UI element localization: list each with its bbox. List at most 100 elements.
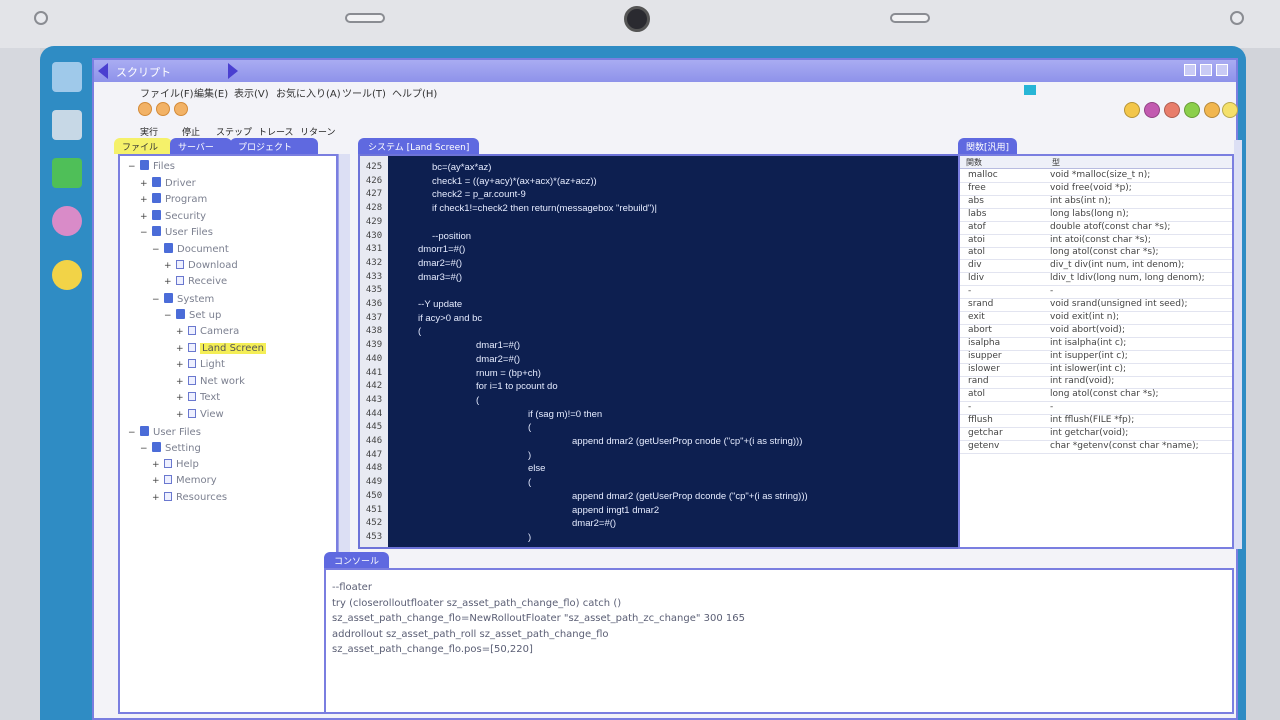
code-editor[interactable]: 425 bc=(ay*ax*az) 426 check1 = ((ay+acy)*(a…	[358, 154, 982, 549]
expand-icon[interactable]: +	[176, 344, 184, 354]
refresh-icon[interactable]	[1204, 102, 1220, 118]
tree-node[interactable]: + Camera	[176, 326, 239, 337]
menu-view[interactable]: 表示(V)	[234, 85, 269, 100]
desktop-folder-icon[interactable]	[52, 158, 82, 188]
function-row[interactable]: islower int islower(int c);	[960, 363, 1232, 377]
menu-file[interactable]: ファイル(F)	[140, 85, 194, 100]
expand-icon[interactable]: +	[176, 410, 184, 420]
functions-scrollbar[interactable]	[1234, 140, 1242, 549]
tree-node[interactable]: + Receive	[164, 276, 227, 287]
desktop-network-icon[interactable]	[52, 110, 82, 140]
menu-tools[interactable]: ツール(T)	[342, 85, 386, 100]
run-button[interactable]: 実行	[140, 125, 158, 138]
collapse-icon[interactable]: −	[164, 311, 172, 321]
star-icon[interactable]	[1222, 102, 1238, 118]
tree-node[interactable]: + Driver	[140, 176, 196, 189]
expand-icon[interactable]: +	[140, 179, 148, 189]
heart-icon[interactable]	[156, 102, 170, 116]
function-row[interactable]: isalpha int isalpha(int c);	[960, 337, 1232, 351]
book-icon[interactable]	[1024, 85, 1036, 95]
function-row[interactable]: exit void exit(int n);	[960, 311, 1232, 325]
function-row[interactable]: fflush int fflush(FILE *fp);	[960, 414, 1232, 429]
expand-icon[interactable]: +	[152, 460, 160, 470]
menu-edit[interactable]: 編集(E)	[194, 85, 228, 100]
tree-node[interactable]: + Memory	[152, 475, 217, 486]
editor-tab[interactable]: システム [Land Screen]	[358, 138, 480, 154]
function-row[interactable]: getchar int getchar(void);	[960, 427, 1232, 441]
back-arrow-icon[interactable]	[98, 63, 108, 79]
help-icon[interactable]	[1184, 102, 1200, 118]
tree-node[interactable]: − Setting	[140, 442, 201, 454]
tree-node[interactable]: + Land Screen	[176, 342, 266, 354]
trace-button[interactable]: トレース	[258, 125, 294, 138]
expand-icon[interactable]: +	[176, 377, 184, 387]
desktop-smiley-icon[interactable]	[52, 260, 82, 290]
function-row[interactable]: div div_t div(int num, int denom);	[960, 259, 1232, 274]
face-icon[interactable]	[1164, 102, 1180, 118]
function-row[interactable]: rand int rand(void);	[960, 375, 1232, 390]
collapse-icon[interactable]: −	[152, 245, 160, 255]
tree-node[interactable]: − User Files	[140, 226, 213, 238]
function-row[interactable]: abort void abort(void);	[960, 324, 1232, 338]
function-row[interactable]: --	[960, 401, 1232, 416]
function-row[interactable]: --	[960, 285, 1232, 300]
expand-icon[interactable]: +	[140, 195, 148, 205]
expand-icon[interactable]: +	[176, 360, 184, 370]
collapse-icon[interactable]: −	[128, 428, 136, 438]
tree-node[interactable]: − Document	[152, 243, 229, 255]
function-row[interactable]: ldiv ldiv_t ldiv(long num, long denom);	[960, 272, 1232, 287]
function-row[interactable]: malloc void *malloc(size_t n);	[960, 169, 1232, 183]
tree-node[interactable]: + Help	[152, 458, 199, 470]
function-row[interactable]: labs long labs(long n);	[960, 208, 1232, 222]
function-row[interactable]: atof double atof(const char *s);	[960, 221, 1232, 235]
tree-node[interactable]: + Net work	[176, 375, 245, 387]
home-icon[interactable]	[1124, 102, 1140, 118]
function-row[interactable]: abs int abs(int n);	[960, 195, 1232, 209]
expand-icon[interactable]: +	[176, 393, 184, 403]
desktop-computer-icon[interactable]	[52, 62, 82, 92]
expand-icon[interactable]: +	[164, 277, 172, 287]
tree-node[interactable]: + Program	[140, 193, 207, 205]
stop-button[interactable]: 停止	[182, 125, 200, 138]
close-icon[interactable]	[1216, 64, 1228, 76]
expand-icon[interactable]: +	[164, 261, 172, 271]
expand-icon[interactable]: +	[140, 212, 148, 222]
heart-icon[interactable]	[138, 102, 152, 116]
return-button[interactable]: リターン	[300, 125, 336, 138]
tab-files[interactable]: ファイル	[114, 138, 172, 154]
console-panel[interactable]: --floater try (closerolloutfloater sz_ass…	[324, 568, 1234, 714]
function-row[interactable]: getenv char *getenv(const char *name);	[960, 440, 1232, 454]
forward-arrow-icon[interactable]	[228, 63, 238, 79]
tree-node[interactable]: − Set up	[164, 309, 221, 321]
collapse-icon[interactable]: −	[128, 162, 136, 172]
expand-icon[interactable]: +	[176, 327, 184, 337]
tree-node[interactable]: + Text	[176, 392, 220, 403]
expand-icon[interactable]: +	[152, 476, 160, 486]
tab-project[interactable]: プロジェクト	[230, 138, 318, 154]
function-row[interactable]: atoi int atoi(const char *s);	[960, 234, 1232, 248]
desktop-star-icon[interactable]	[52, 206, 82, 236]
tree-node[interactable]: + View	[176, 409, 224, 420]
step-button[interactable]: ステップ	[216, 125, 252, 138]
console-tab[interactable]: コンソール	[324, 552, 390, 568]
tree-node[interactable]: − Files	[128, 160, 175, 172]
tree-node[interactable]: + Security	[140, 209, 206, 222]
functions-tab[interactable]: 関数[汎用]	[958, 138, 1018, 154]
function-row[interactable]: isupper int isupper(int c);	[960, 350, 1232, 364]
bookmark-icon[interactable]	[1144, 102, 1160, 118]
tree-node[interactable]: − User Files	[128, 425, 201, 438]
tree-node[interactable]: + Download	[164, 259, 238, 271]
tree-node[interactable]: − System	[152, 292, 214, 305]
collapse-icon[interactable]: −	[140, 444, 148, 454]
tree-node[interactable]: + Resources	[152, 492, 227, 503]
minimize-icon[interactable]	[1184, 64, 1196, 76]
menu-favorites[interactable]: お気に入り(A)	[276, 85, 341, 100]
function-row[interactable]: atol long atol(const char *s);	[960, 246, 1232, 261]
function-row[interactable]: atol long atol(const char *s);	[960, 388, 1232, 403]
function-row[interactable]: free void free(void *p);	[960, 182, 1232, 196]
menu-help[interactable]: ヘルプ(H)	[392, 85, 437, 100]
heart-icon[interactable]	[174, 102, 188, 116]
collapse-icon[interactable]: −	[152, 295, 160, 305]
tab-server[interactable]: サーバー	[170, 138, 232, 154]
tree-node[interactable]: + Light	[176, 359, 225, 370]
